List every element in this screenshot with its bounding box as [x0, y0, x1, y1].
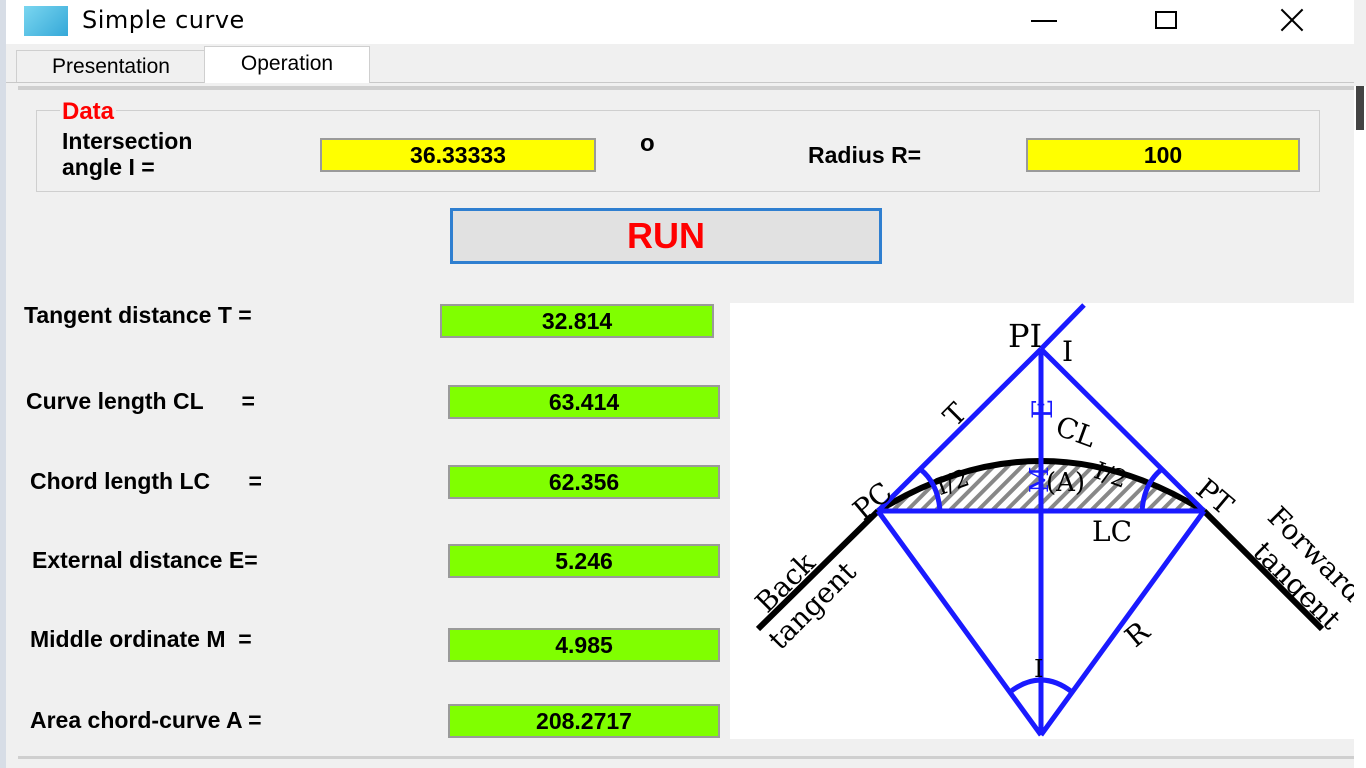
- curve-length-label: Curve length CL =: [26, 388, 255, 414]
- maximize-icon: [1155, 11, 1177, 29]
- background-window-edge-right: [1354, 86, 1366, 768]
- tab-presentation[interactable]: Presentation: [16, 50, 206, 82]
- intersection-angle-label: Intersection angle I =: [62, 128, 192, 180]
- data-group-label: Data: [60, 98, 117, 126]
- area-chord-curve-value[interactable]: 208.2717: [448, 704, 720, 738]
- intersection-angle-label-line1: Intersection: [62, 128, 193, 154]
- tab-page-border: [18, 86, 1354, 90]
- simple-curve-diagram: PI I T E CL M (A) I/2 I/2 PC PT LC Back …: [730, 303, 1354, 739]
- area-chord-curve-label: Area chord-curve A =: [30, 707, 262, 733]
- i-bottom-label: I: [1034, 655, 1043, 683]
- middle-ordinate-value[interactable]: 4.985: [448, 628, 720, 662]
- radius-line-left: [875, 509, 1044, 737]
- tangent-distance-value[interactable]: 32.814: [440, 304, 714, 338]
- pi-label: PI: [1008, 317, 1042, 355]
- external-distance-value[interactable]: 5.246: [448, 544, 720, 578]
- middle-ordinate-label: Middle ordinate M =: [30, 626, 252, 652]
- window-title: Simple curve: [82, 6, 245, 34]
- a-label: (A): [1046, 468, 1085, 498]
- diagram-svg: PI I T E CL M (A) I/2 I/2 PC PT LC Back …: [749, 303, 1354, 737]
- tab-operation[interactable]: Operation: [204, 46, 370, 83]
- t-label: T: [937, 396, 974, 433]
- bottom-border: [18, 756, 1354, 759]
- i-top-label: I: [1062, 335, 1073, 368]
- pt-label: PT: [1190, 472, 1240, 522]
- maximize-button[interactable]: [1136, 0, 1196, 40]
- degree-symbol: o: [640, 130, 655, 157]
- curve-length-value[interactable]: 63.414: [448, 385, 720, 419]
- minimize-button[interactable]: [1014, 0, 1074, 40]
- chord-length-value[interactable]: 62.356: [448, 465, 720, 499]
- close-icon: [1277, 5, 1307, 35]
- pc-label: PC: [846, 475, 898, 526]
- close-button[interactable]: [1262, 0, 1322, 40]
- radius-label: Radius R=: [808, 142, 922, 168]
- title-bar[interactable]: Simple curve: [6, 0, 1354, 44]
- tangent-distance-label: Tangent distance T =: [24, 302, 252, 328]
- background-window-edge: [0, 0, 6, 768]
- app-window: Simple curve Presentation Operation Data…: [0, 0, 1366, 768]
- radius-input[interactable]: 100: [1026, 138, 1300, 172]
- intersection-angle-input[interactable]: 36.33333: [320, 138, 596, 172]
- e-label: E: [1026, 399, 1059, 419]
- tab-strip: Presentation Operation: [6, 44, 1354, 83]
- app-icon: [24, 6, 68, 36]
- chord-length-label: Chord length LC =: [30, 468, 262, 494]
- minimize-icon: [1031, 20, 1057, 22]
- intersection-angle-label-line2: angle I =: [62, 154, 155, 180]
- external-distance-label: External distance E=: [32, 547, 258, 573]
- lc-label: LC: [1092, 515, 1132, 548]
- scrollbar-thumb[interactable]: [1356, 86, 1364, 130]
- run-button[interactable]: RUN: [450, 208, 882, 264]
